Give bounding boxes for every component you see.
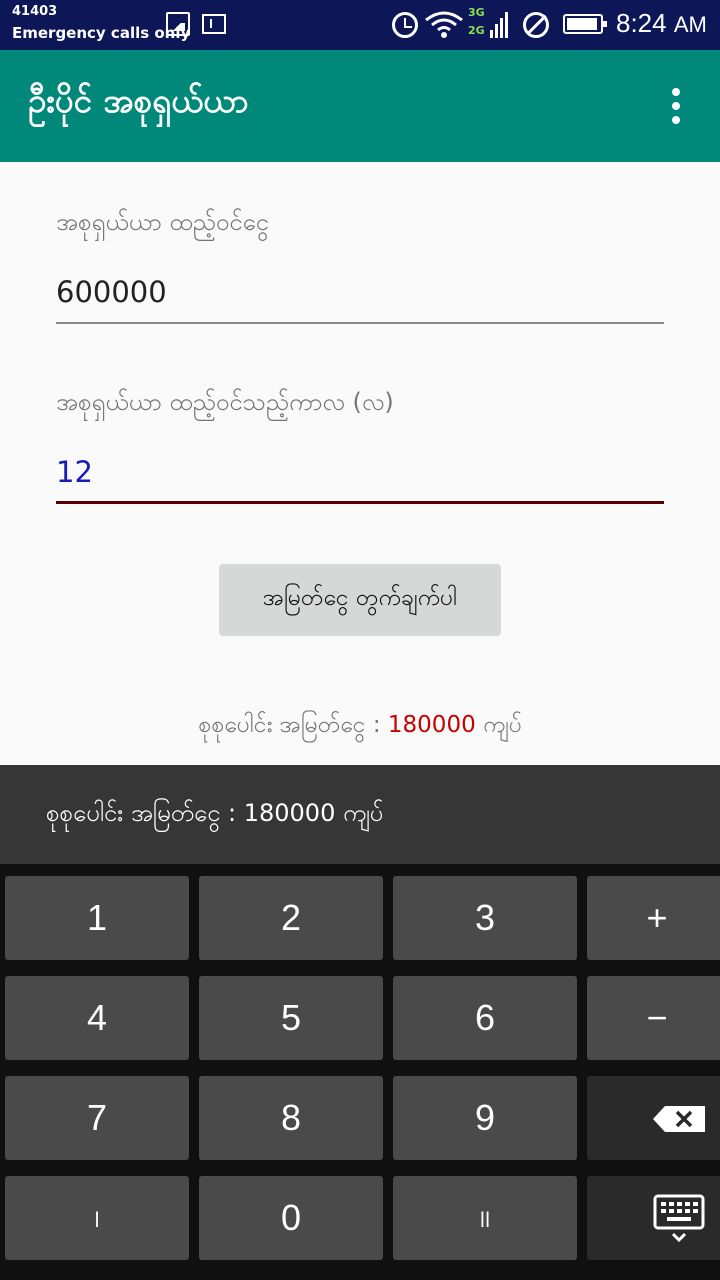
status-bar: 41403 Emergency calls only 3G 2G 8:24 AM [0, 0, 720, 50]
network-3g-label: 3G [468, 6, 485, 19]
result-value: 180000 [387, 712, 476, 738]
calculate-profit-button[interactable]: အမြတ်ငွေ တွက်ချက်ပါ [219, 564, 501, 636]
amount-input[interactable] [56, 262, 664, 324]
alarm-icon [392, 12, 418, 38]
key-7[interactable]: 7 [5, 1076, 189, 1160]
backspace-icon [653, 1106, 705, 1132]
key-3[interactable]: 3 [393, 876, 577, 960]
network-2g-label: 2G [468, 24, 485, 37]
key-9[interactable]: 9 [393, 1076, 577, 1160]
status-clock: 8:24 AM [616, 8, 707, 39]
form-content: အစုရှယ်ယာ ထည့်ဝင်ငွေ အစုရှယ်ယာ ထည့်ဝင်သည… [0, 162, 720, 765]
toast-message: စုစုပေါင်း အမြတ်ငွေ : 180000 ကျပ် [0, 765, 720, 864]
clock-ampm: AM [673, 12, 707, 37]
key-myanmar-comma[interactable]: ၊ [5, 1176, 189, 1260]
app-bar: ဦးပိုင် အစုရှယ်ယာ [0, 50, 720, 162]
toast-text: စုစုပေါင်း အမြတ်ငွေ : 180000 ကျပ် [46, 799, 384, 827]
result-prefix: စုစုပေါင်း အမြတ်ငွေ : [198, 712, 388, 738]
hide-keyboard-key[interactable] [587, 1176, 720, 1260]
key-myanmar-period[interactable]: ။ [393, 1176, 577, 1260]
key-1[interactable]: 1 [5, 876, 189, 960]
wifi-icon [425, 11, 463, 38]
battery-icon [563, 14, 607, 34]
key-2[interactable]: 2 [199, 876, 383, 960]
key-4[interactable]: 4 [5, 976, 189, 1060]
overflow-menu-icon[interactable] [666, 88, 686, 124]
sim-notification-icon [202, 14, 226, 34]
backspace-key[interactable] [587, 1076, 720, 1160]
key-8[interactable]: 8 [199, 1076, 383, 1160]
image-notification-icon [166, 12, 190, 36]
result-suffix: ကျပ် [475, 712, 522, 738]
carrier-code: 41403 [12, 4, 58, 19]
keyboard-hide-icon [653, 1194, 705, 1243]
result-line: စုစုပေါင်း အမြတ်ငွေ : 180000 ကျပ် [0, 710, 720, 744]
key-6[interactable]: 6 [393, 976, 577, 1060]
signal-bars-icon [490, 12, 508, 38]
key-plus[interactable]: + [587, 876, 720, 960]
clock-time: 8:24 [616, 8, 667, 38]
key-5[interactable]: 5 [199, 976, 383, 1060]
key-0[interactable]: 0 [199, 1176, 383, 1260]
app-title: ဦးပိုင် အစုရှယ်ယာ [28, 81, 249, 120]
carrier-status-text: Emergency calls only [12, 24, 191, 42]
amount-label: အစုရှယ်ယာ ထည့်ဝင်ငွေ [56, 208, 269, 236]
period-input[interactable] [56, 442, 664, 504]
period-label: အစုရှယ်ယာ ထည့်ဝင်သည့်ကာလ (လ) [56, 388, 394, 416]
do-not-disturb-icon [523, 12, 549, 38]
key-minus[interactable]: − [587, 976, 720, 1060]
numeric-keyboard: 1 2 3 + 4 5 6 − 7 8 9 ၊ 0 ။ [0, 864, 720, 1280]
